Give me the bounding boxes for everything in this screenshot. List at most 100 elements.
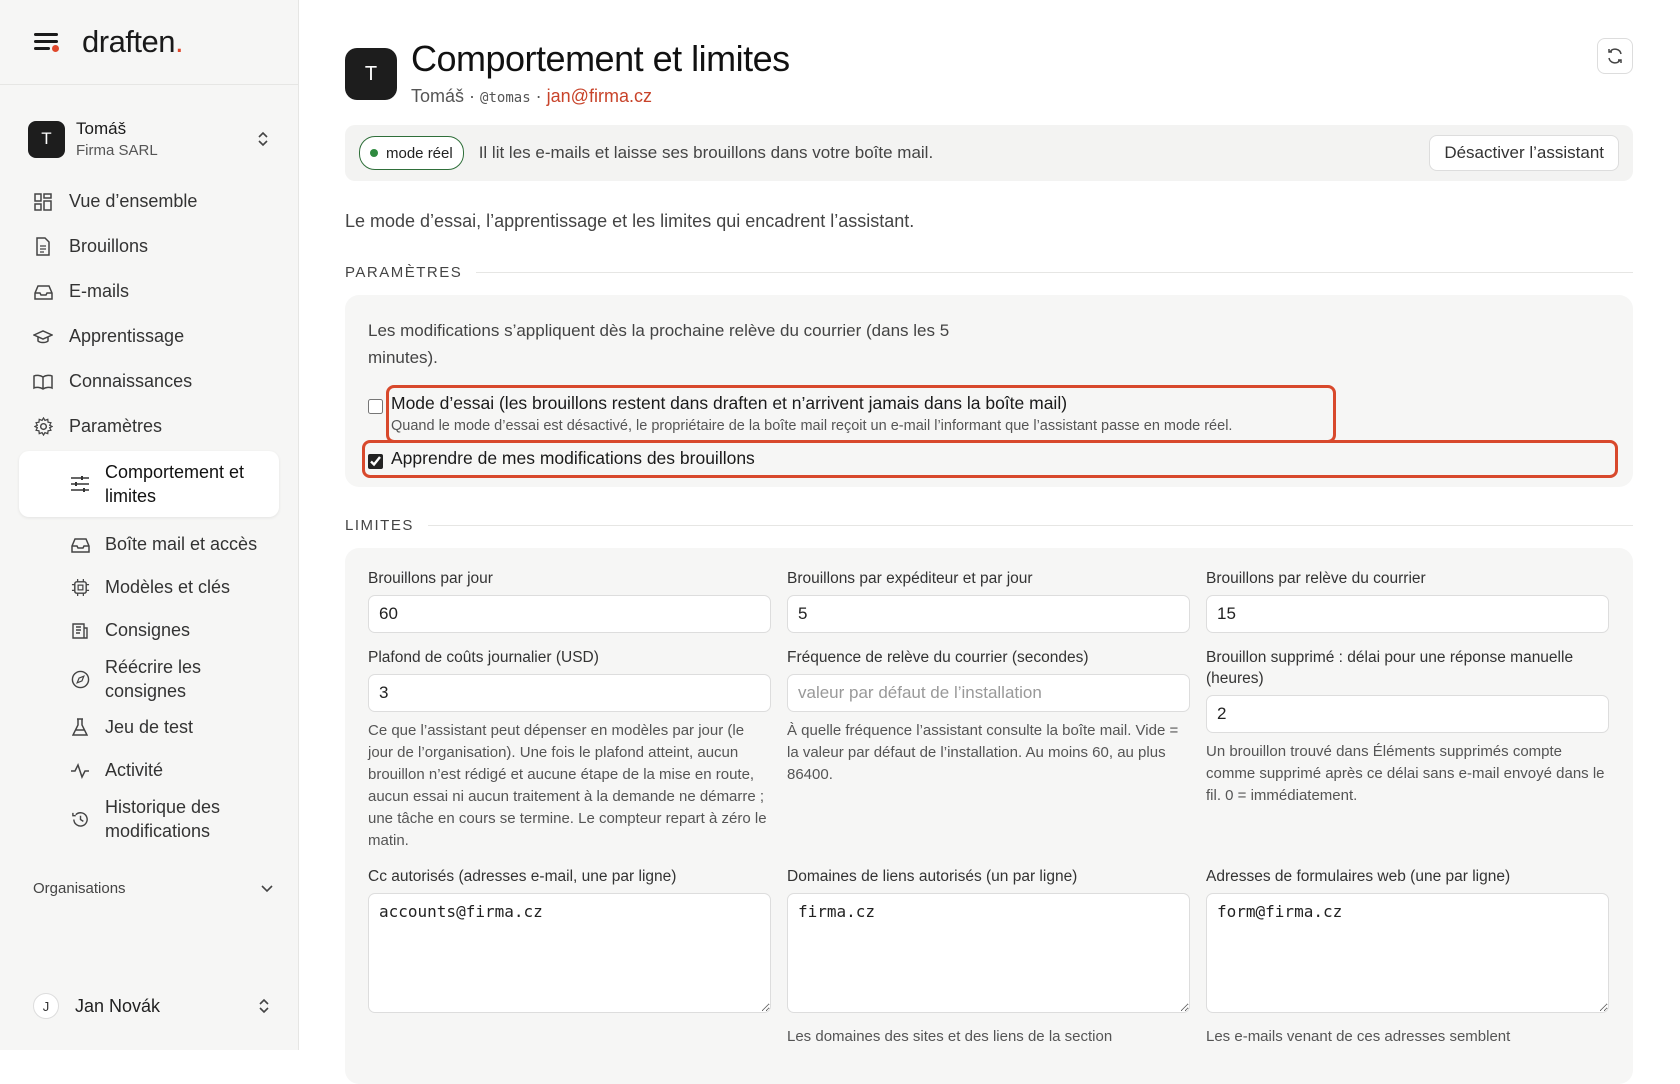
subnav-mailbox[interactable]: Boîte mail et accès [0,523,298,566]
status-badge: mode réel [359,136,464,170]
fetch-frequency-input[interactable] [787,674,1190,712]
subnav-history-label: Historique des modifications [105,797,221,841]
document-icon [33,237,53,257]
inbox-icon [70,535,90,555]
page-header: T Comportement et limites Tomáš · @tomas… [345,0,1633,120]
subnav-testset[interactable]: Jeu de test [0,706,298,749]
brand-bar: draften. [0,0,298,85]
link-domains-textarea[interactable]: firma.cz [787,893,1190,1013]
per-day-field: Brouillons par jour [368,568,771,633]
section-heading-limits: LIMITES [345,517,1633,534]
nav-overview[interactable]: Vue d’ensemble [0,179,298,224]
subnav-models-label: Modèles et clés [105,577,231,597]
fetch-frequency-help: À quelle fréquence l’assistant consulte … [787,722,1179,783]
fetch-frequency-label: Fréquence de relève du courrier (seconde… [787,649,1089,666]
menu-icon[interactable] [34,31,60,53]
book-icon [33,372,53,392]
sidebar: draften. T Tomáš Firma SARL Vue d’ensemb… [0,0,299,1050]
workspace-switcher[interactable]: T Tomáš Firma SARL [0,113,298,165]
deleted-delay-input[interactable] [1206,695,1609,733]
nav-knowledge[interactable]: Connaissances [0,359,298,404]
user-menu[interactable]: J Jan Novák [33,993,271,1019]
params-card: Les modifications s’appliquent dès la pr… [345,295,1633,487]
nav-emails[interactable]: E-mails [0,269,298,314]
web-forms-field: Adresses de formulaires web (une par lig… [1206,866,1609,1048]
subnav-activity-label: Activité [105,760,164,780]
subnav-instructions[interactable]: Consignes [0,609,298,652]
status-banner: mode réel Il lit les e-mails et laisse s… [345,125,1633,181]
organisations-toggle[interactable]: Organisations [33,880,273,897]
cost-cap-input[interactable] [368,674,771,712]
learn-label[interactable]: Apprendre de mes modifications des broui… [391,448,755,469]
chevron-down-icon [261,884,273,892]
subnav-activity[interactable]: Activité [0,749,298,792]
mailbox-handle: @tomas [480,90,531,106]
refresh-button[interactable] [1597,38,1633,74]
section-heading-limits-label: LIMITES [345,517,414,534]
history-icon [70,809,90,829]
section-heading-params: PARAMÈTRES [345,264,1633,281]
nav-knowledge-label: Connaissances [69,371,193,391]
cc-label: Cc autorisés (adresses e-mail, une par l… [368,868,677,885]
flask-icon [70,718,90,738]
main-nav: Vue d’ensemble Brouillons E-mails Appren… [0,179,298,449]
section-heading-params-label: PARAMÈTRES [345,264,463,281]
compass-icon [70,669,90,689]
brand-logo[interactable]: draften. [82,24,184,60]
subnav-rewrite-label: Réécrire les consignes [105,657,202,701]
organisations-label: Organisations [33,880,126,897]
chevron-updown-icon [259,998,269,1014]
trial-mode-label[interactable]: Mode d’essai (les brouillons restent dan… [391,393,1067,413]
web-forms-label: Adresses de formulaires web (une par lig… [1206,868,1511,885]
nav-drafts-label: Brouillons [69,236,149,256]
separator: · [535,86,542,106]
nav-learning-label: Apprentissage [69,326,185,346]
workspace-name: Tomáš [76,119,127,138]
params-note: Les modifications s’appliquent dès la pr… [368,321,950,367]
list-doc-icon [70,621,90,641]
trial-mode-hint: Quand le mode d’essai est désactivé, le … [391,418,1233,434]
subnav-behavior-label: Comportement et limites [105,462,245,506]
settings-subnav: Comportement et limites Boîte mail et ac… [0,451,298,846]
cost-cap-help: Ce que l’assistant peut dépenser en modè… [368,722,767,849]
disable-assistant-button[interactable]: Désactiver l’assistant [1429,135,1619,171]
page-intro: Le mode d’essai, l’apprentissage et les … [345,211,915,231]
workspace-avatar: T [28,120,65,158]
avatar: J [33,993,59,1019]
subnav-mailbox-label: Boîte mail et accès [105,534,258,554]
per-day-label: Brouillons par jour [368,570,493,587]
cost-cap-field: Plafond de coûts journalier (USD) Ce que… [368,647,771,852]
mailbox-identity: Tomáš · @tomas · jan@firma.cz [411,86,652,107]
subnav-behavior[interactable]: Comportement et limites [19,451,279,517]
chip-icon [70,578,90,598]
deleted-delay-help: Un brouillon trouvé dans Éléments suppri… [1206,743,1605,804]
per-sender-field: Brouillons par expéditeur et par jour [787,568,1190,633]
web-forms-textarea[interactable]: form@firma.cz [1206,893,1609,1013]
trial-mode-checkbox[interactable] [368,399,383,414]
mailbox-avatar: T [345,48,397,100]
link-domains-label: Domaines de liens autorisés (un par lign… [787,868,1078,885]
sliders-icon [70,474,90,494]
learn-option: Apprendre de mes modifications des broui… [362,440,1618,478]
nav-learning[interactable]: Apprentissage [0,314,298,359]
inbox-icon [33,282,53,302]
page-title: Comportement et limites [411,38,790,79]
limits-card: Brouillons par jour Brouillons par expéd… [345,548,1633,1084]
nav-emails-label: E-mails [69,281,130,301]
deleted-delay-field: Brouillon supprimé : délai pour une répo… [1206,647,1609,852]
per-sender-input[interactable] [787,595,1190,633]
subnav-history[interactable]: Historique des modifications [0,792,298,846]
graduation-cap-icon [33,327,53,347]
nav-drafts[interactable]: Brouillons [0,224,298,269]
cc-textarea[interactable]: accounts@firma.cz [368,893,771,1013]
learn-checkbox[interactable] [368,454,383,469]
subnav-models[interactable]: Modèles et clés [0,566,298,609]
per-fetch-label: Brouillons par relève du courrier [1206,570,1426,587]
per-day-input[interactable] [368,595,771,633]
status-text: Il lit les e-mails et laisse ses brouill… [478,143,934,162]
refresh-icon [1608,48,1622,64]
nav-settings[interactable]: Paramètres [0,404,298,449]
per-fetch-input[interactable] [1206,595,1609,633]
subnav-rewrite[interactable]: Réécrire les consignes [0,652,298,706]
gear-icon [33,417,53,437]
